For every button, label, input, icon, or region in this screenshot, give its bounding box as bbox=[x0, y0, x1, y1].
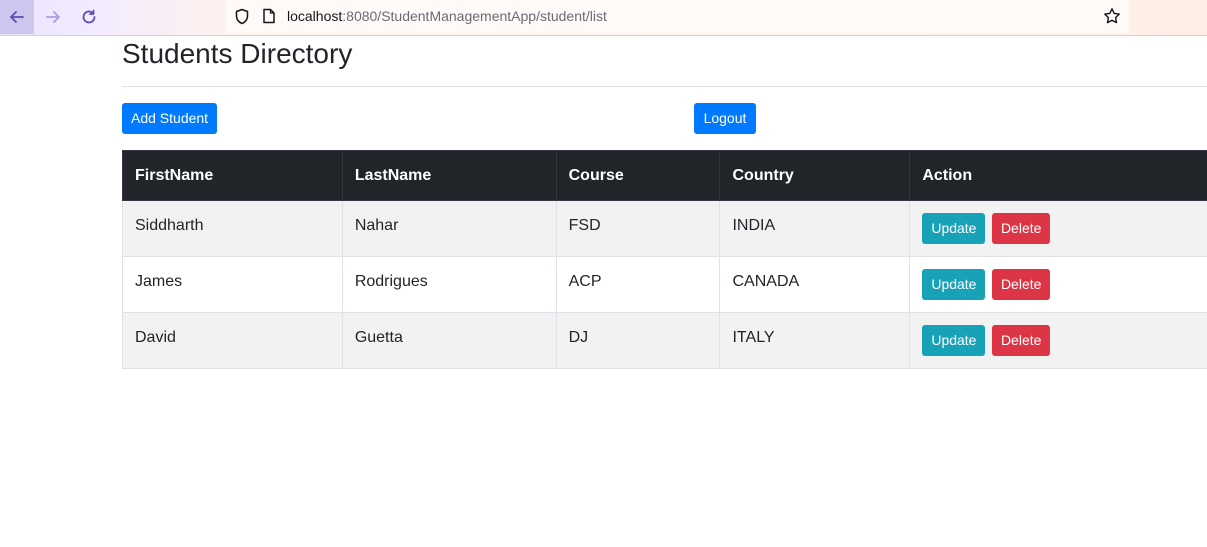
reload-button[interactable] bbox=[72, 0, 106, 34]
back-arrow-icon bbox=[10, 11, 24, 23]
address-bar[interactable]: localhost:8080/StudentManagementApp/stud… bbox=[226, 0, 1129, 33]
header-firstname: FirstName bbox=[122, 150, 343, 201]
cell-lastname: Nahar bbox=[341, 200, 557, 257]
url-path: :8080/StudentManagementApp/student/list bbox=[342, 8, 607, 24]
forward-button[interactable] bbox=[36, 0, 70, 34]
delete-button[interactable]: Delete bbox=[991, 325, 1051, 356]
page-icon[interactable] bbox=[262, 8, 276, 24]
table-row: David Guetta DJ ITALY Update Delete bbox=[122, 312, 1207, 369]
firstname-text: James bbox=[135, 272, 183, 290]
table-row: Siddharth Nahar FSD INDIA Update Delete bbox=[122, 200, 1207, 257]
table-header-row: FirstName LastName Course Country Action bbox=[122, 150, 1207, 201]
cell-lastname: Guetta bbox=[341, 312, 557, 369]
header-action: Action bbox=[909, 150, 1207, 201]
header-country: Country bbox=[719, 150, 911, 201]
bookmark-star-icon[interactable] bbox=[1103, 7, 1121, 25]
students-table: FirstName LastName Course Country Action… bbox=[122, 150, 1207, 369]
delete-button[interactable]: Delete bbox=[991, 269, 1051, 300]
url-host: localhost bbox=[287, 8, 343, 24]
cell-country: ITALY bbox=[719, 312, 911, 369]
cell-country: INDIA bbox=[719, 200, 911, 257]
cell-lastname: Rodrigues bbox=[341, 256, 557, 313]
country-text: INDIA bbox=[732, 216, 776, 234]
cell-action: Update Delete bbox=[909, 256, 1207, 313]
course-text: FSD bbox=[568, 216, 601, 234]
cell-course: FSD bbox=[555, 200, 721, 257]
cell-country: CANADA bbox=[719, 256, 911, 313]
forward-arrow-icon bbox=[46, 11, 60, 23]
lastname-text: Rodrigues bbox=[354, 272, 428, 290]
update-button[interactable]: Update bbox=[922, 269, 986, 300]
divider bbox=[122, 86, 1207, 87]
firstname-text: David bbox=[135, 328, 176, 346]
cell-course: DJ bbox=[555, 312, 721, 369]
cell-firstname: James bbox=[122, 256, 343, 313]
firstname-text: Siddharth bbox=[135, 216, 204, 234]
update-button[interactable]: Update bbox=[922, 325, 986, 356]
lastname-text: Guetta bbox=[354, 328, 403, 346]
lastname-text: Nahar bbox=[354, 216, 399, 234]
country-text: CANADA bbox=[732, 272, 800, 290]
cell-firstname: Siddharth bbox=[122, 200, 343, 257]
cell-action: Update Delete bbox=[909, 312, 1207, 369]
update-button[interactable]: Update bbox=[922, 213, 986, 244]
back-button[interactable] bbox=[0, 0, 34, 34]
country-text: ITALY bbox=[732, 328, 775, 346]
header-course: Course bbox=[555, 150, 721, 201]
page-title: Students Directory bbox=[122, 38, 353, 69]
course-text: ACP bbox=[568, 272, 602, 290]
add-student-button[interactable]: Add Student bbox=[122, 103, 217, 134]
delete-button[interactable]: Delete bbox=[991, 213, 1051, 244]
browser-toolbar: localhost:8080/StudentManagementApp/stud… bbox=[0, 0, 1207, 36]
reload-icon bbox=[82, 9, 96, 24]
cell-firstname: David bbox=[122, 312, 343, 369]
table-row: James Rodrigues ACP CANADA Update Delete bbox=[122, 256, 1207, 313]
shield-icon[interactable] bbox=[234, 8, 250, 25]
cell-action: Update Delete bbox=[909, 200, 1207, 257]
logout-button[interactable]: Logout bbox=[694, 103, 756, 134]
cell-course: ACP bbox=[555, 256, 721, 313]
course-text: DJ bbox=[568, 328, 589, 346]
url-text[interactable]: localhost:8080/StudentManagementApp/stud… bbox=[287, 8, 607, 25]
header-lastname: LastName bbox=[341, 150, 557, 201]
